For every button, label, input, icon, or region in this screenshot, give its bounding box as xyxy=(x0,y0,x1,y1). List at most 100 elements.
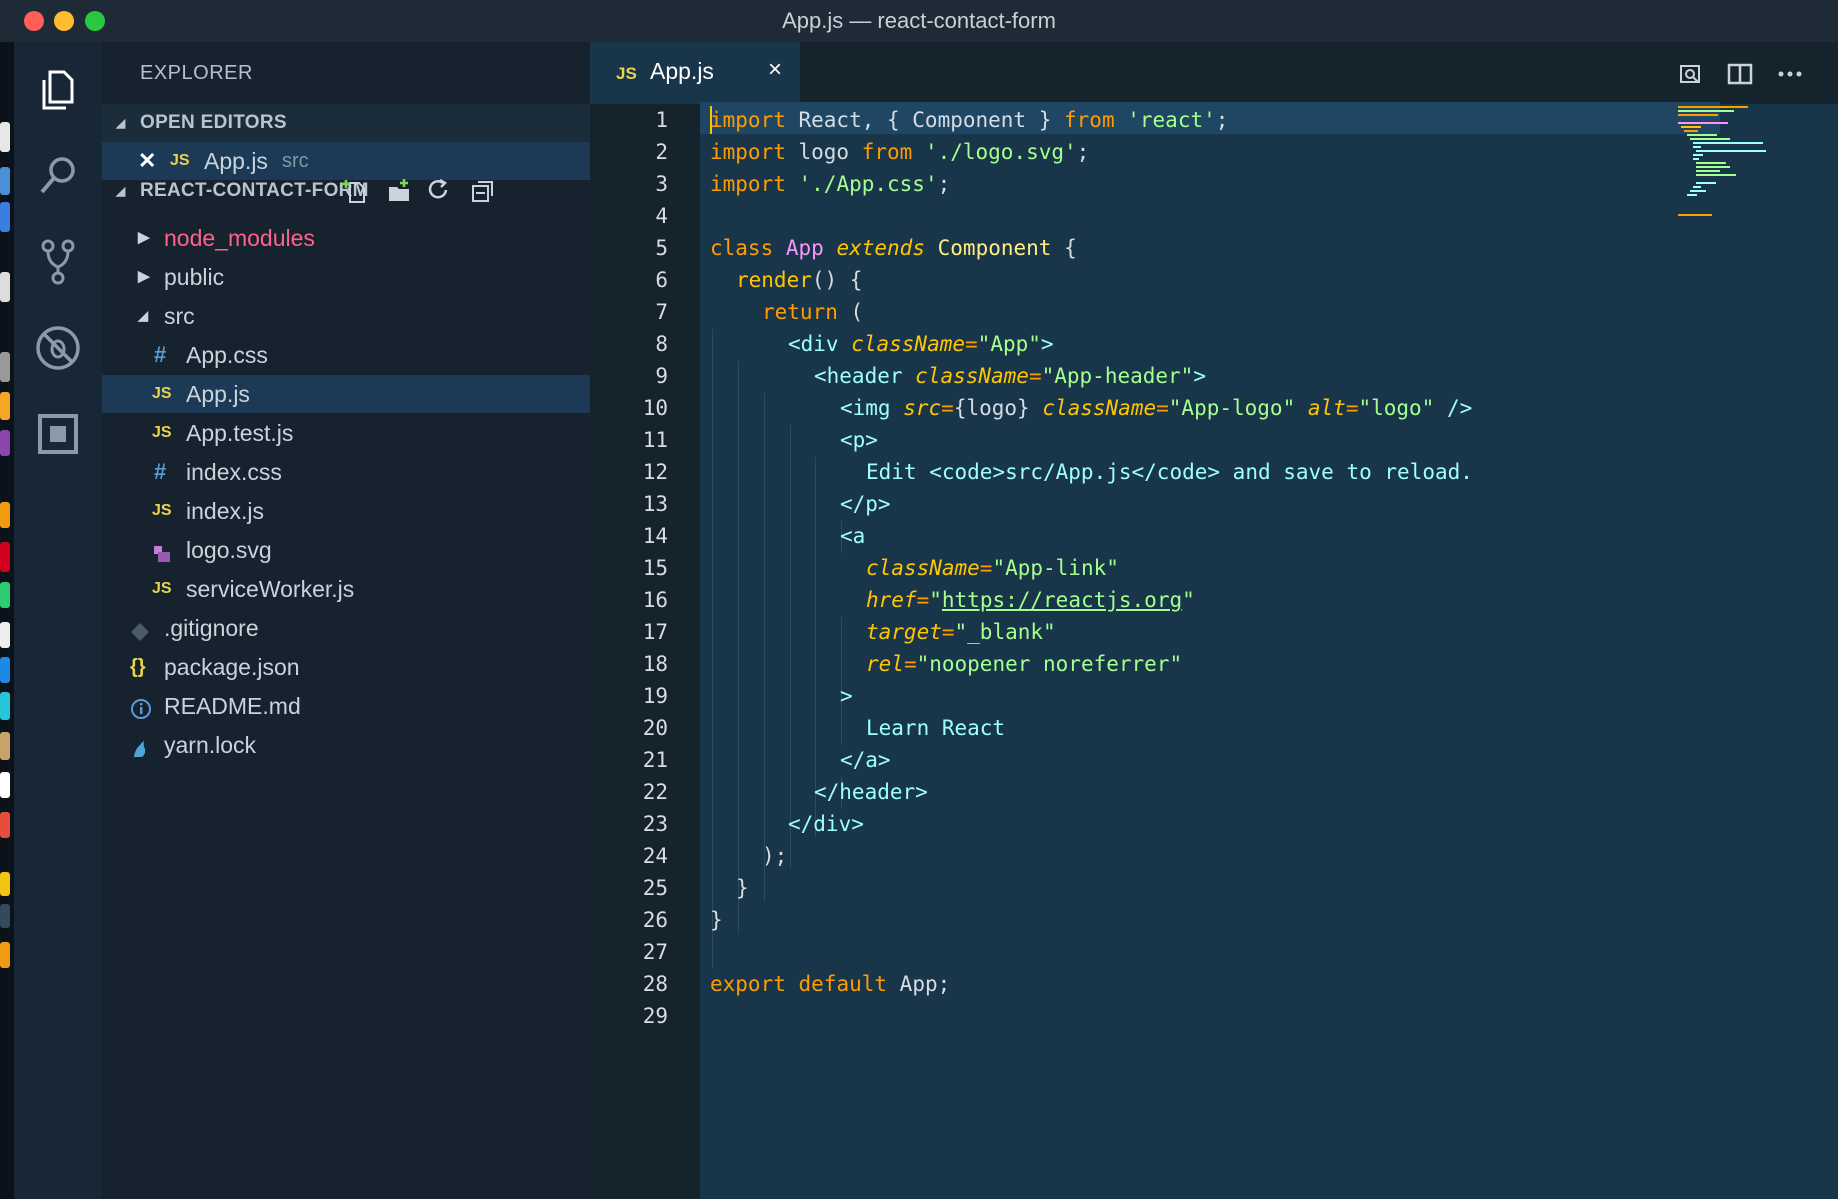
dock-app-icon[interactable] xyxy=(0,582,10,608)
code-line: href="https://reactjs.org" xyxy=(866,588,1195,612)
tree-item-file[interactable]: README.md xyxy=(102,687,590,725)
json-file-icon: {} xyxy=(130,656,146,678)
tab-bar: JS App.js × xyxy=(590,42,1838,107)
tree-item-file[interactable]: JS index.js xyxy=(102,492,590,530)
js-file-icon: JS xyxy=(152,502,172,519)
tree-item-file[interactable]: # App.css xyxy=(102,336,590,374)
tree-item-folder[interactable]: ◢ src xyxy=(102,297,590,335)
js-file-icon: JS xyxy=(152,580,172,597)
dock-app-icon[interactable] xyxy=(0,542,10,572)
close-icon[interactable]: × xyxy=(768,56,782,84)
split-editor-icon[interactable] xyxy=(1726,60,1754,88)
dock-app-icon[interactable] xyxy=(0,812,10,838)
dock-app-icon[interactable] xyxy=(0,272,10,302)
editor-area: JS App.js × 1 2 3 4 5 6 7 8 9 10 11 12 13 14 15 16 17 18 1… xyxy=(590,42,1838,1199)
url-link[interactable]: https://reactjs.org xyxy=(942,588,1182,612)
project-label: REACT-CONTACT-FORM xyxy=(140,180,369,201)
code-line: ); xyxy=(762,844,788,868)
tree-item-label: .gitignore xyxy=(164,615,259,641)
files-icon[interactable] xyxy=(32,64,84,116)
dock-app-icon[interactable] xyxy=(0,430,10,456)
code-view[interactable]: import React, { Component } from 'react'… xyxy=(710,104,1710,1199)
tree-item-file[interactable]: .gitignore xyxy=(102,609,590,647)
dock-app-icon[interactable] xyxy=(0,392,10,420)
line-number: 26 xyxy=(642,908,668,932)
line-number: 1 xyxy=(655,108,668,132)
debug-icon[interactable] xyxy=(32,322,84,374)
tree-item-file[interactable]: logo.svg xyxy=(102,531,590,569)
css-file-icon: # xyxy=(154,459,167,484)
tree-item-file[interactable]: JS App.js xyxy=(102,375,590,413)
code-line: rel="noopener noreferrer" xyxy=(866,652,1183,676)
dock-app-icon[interactable] xyxy=(0,732,10,760)
dock-app-icon[interactable] xyxy=(0,872,10,896)
tree-item-label: App.js xyxy=(186,381,250,407)
more-actions-icon[interactable] xyxy=(1776,60,1804,88)
line-number: 6 xyxy=(655,268,668,292)
source-control-icon[interactable] xyxy=(32,236,84,288)
project-header[interactable]: ◢ REACT-CONTACT-FORM xyxy=(102,172,590,210)
dock-app-icon[interactable] xyxy=(0,122,10,152)
new-folder-icon[interactable] xyxy=(386,178,412,204)
extensions-icon[interactable] xyxy=(32,408,84,460)
dock-app-icon[interactable] xyxy=(0,692,10,720)
tab-app-js[interactable]: JS App.js × xyxy=(590,42,800,107)
dock-app-icon[interactable] xyxy=(0,942,10,968)
tree-item-file[interactable]: {} package.json xyxy=(102,648,590,686)
dock-app-icon[interactable] xyxy=(0,772,10,798)
chevron-right-icon: ▶ xyxy=(138,229,150,246)
info-file-icon xyxy=(130,696,152,719)
activity-bar xyxy=(14,42,102,1199)
line-number: 13 xyxy=(642,492,668,516)
dock-app-icon[interactable] xyxy=(0,202,10,232)
tree-item-label: node_modules xyxy=(164,225,315,251)
tree-item-file[interactable]: JS serviceWorker.js xyxy=(102,570,590,608)
code-line: import logo from './logo.svg'; xyxy=(710,140,1090,164)
line-number: 9 xyxy=(655,364,668,388)
code-line: target="_blank" xyxy=(866,620,1056,644)
dock-app-icon[interactable] xyxy=(0,904,10,928)
refresh-icon[interactable] xyxy=(426,178,452,204)
dock-app-icon[interactable] xyxy=(0,622,10,648)
open-preview-icon[interactable] xyxy=(1676,60,1704,88)
code-line: </p> xyxy=(840,492,891,516)
line-number: 23 xyxy=(642,812,668,836)
code-line: <div className="App"> xyxy=(788,332,1054,356)
dock-app-icon[interactable] xyxy=(0,657,10,683)
chevron-right-icon: ▶ xyxy=(138,268,150,285)
minimap[interactable] xyxy=(1678,104,1828,244)
dock-app-icon[interactable] xyxy=(0,352,10,382)
tree-item-file[interactable]: JS App.test.js xyxy=(102,414,590,452)
tree-item-folder[interactable]: ▶ node_modules xyxy=(102,219,590,257)
tree-item-file[interactable]: # index.css xyxy=(102,453,590,491)
yarn-file-icon xyxy=(130,735,150,757)
tree-item-file[interactable]: yarn.lock xyxy=(102,726,590,764)
collapse-all-icon[interactable] xyxy=(470,178,496,204)
code-line: </div> xyxy=(788,812,864,836)
tree-item-label: index.js xyxy=(186,498,264,524)
line-number: 22 xyxy=(642,780,668,804)
new-file-icon[interactable] xyxy=(342,178,368,204)
dock-app-icon[interactable] xyxy=(0,502,10,528)
code-line: <p> xyxy=(840,428,878,452)
dock-app-icon[interactable] xyxy=(0,167,10,195)
tab-label: App.js xyxy=(650,58,714,84)
tree-item-label: App.test.js xyxy=(186,420,294,446)
line-number: 3 xyxy=(655,172,668,196)
git-file-icon xyxy=(130,618,150,641)
line-number: 24 xyxy=(642,844,668,868)
tree-item-folder[interactable]: ▶ public xyxy=(102,258,590,296)
line-number: 21 xyxy=(642,748,668,772)
line-number: 19 xyxy=(642,684,668,708)
tree-item-label: README.md xyxy=(164,693,301,719)
title-bar: App.js — react-contact-form xyxy=(0,0,1838,43)
line-number: 12 xyxy=(642,460,668,484)
code-line: class App extends Component { xyxy=(710,236,1077,260)
tree-item-label: App.css xyxy=(186,342,268,368)
open-editors-header[interactable]: ◢ OPEN EDITORS xyxy=(102,104,590,142)
css-file-icon: # xyxy=(154,342,167,367)
search-icon[interactable] xyxy=(32,150,84,202)
expanded-triangle-icon: ◢ xyxy=(116,184,126,198)
tree-item-label: public xyxy=(164,264,225,290)
code-line: Edit <code>src/App.js</code> and save to… xyxy=(866,460,1473,484)
